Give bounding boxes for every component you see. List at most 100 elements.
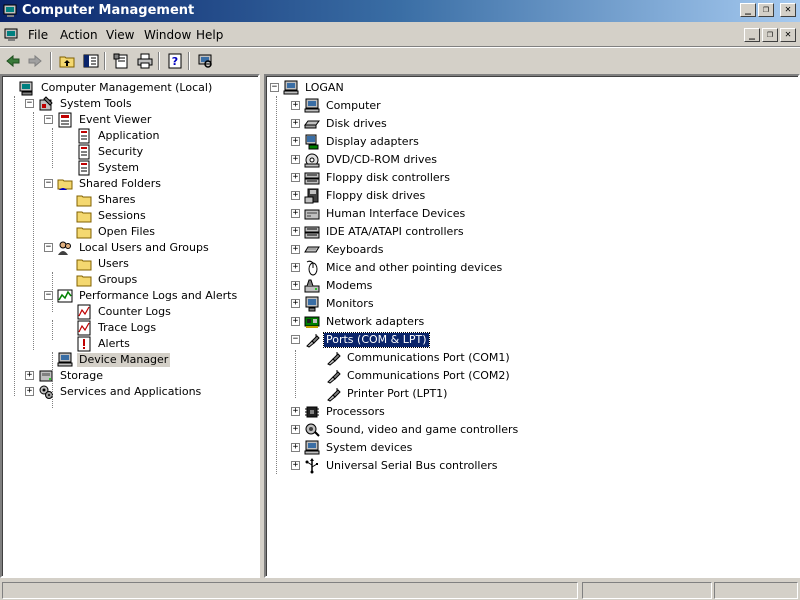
back-button[interactable] bbox=[2, 51, 24, 71]
tree-node-label[interactable]: Shared Folders bbox=[77, 177, 163, 191]
expand-icon[interactable]: + bbox=[291, 425, 300, 434]
help-button[interactable]: ? bbox=[164, 51, 186, 71]
show-hide-tree-button[interactable] bbox=[80, 51, 102, 71]
folder-icon bbox=[76, 272, 92, 288]
tree-node-label[interactable]: System bbox=[96, 161, 141, 175]
device-manager-icon bbox=[57, 352, 73, 368]
collapse-icon[interactable]: − bbox=[291, 335, 300, 344]
tree-node-label[interactable]: Floppy disk drives bbox=[324, 189, 427, 203]
maximize-button[interactable]: ❐ bbox=[758, 3, 774, 17]
close-button[interactable]: ✕ bbox=[780, 3, 796, 17]
expand-icon[interactable]: + bbox=[291, 281, 300, 290]
expand-icon[interactable]: + bbox=[291, 461, 300, 470]
menu-help[interactable]: Help bbox=[196, 28, 223, 42]
performance-icon bbox=[57, 288, 73, 304]
collapse-icon[interactable]: − bbox=[44, 243, 53, 252]
tree-node-label[interactable]: Disk drives bbox=[324, 117, 389, 131]
up-one-level-button[interactable] bbox=[56, 51, 78, 71]
expand-icon[interactable]: + bbox=[25, 387, 34, 396]
mdi-minimize-button[interactable]: _ bbox=[744, 28, 760, 42]
tree-node-label[interactable]: Storage bbox=[58, 369, 105, 383]
expand-icon[interactable]: + bbox=[291, 317, 300, 326]
collapse-icon[interactable]: − bbox=[44, 179, 53, 188]
expand-icon[interactable]: + bbox=[291, 191, 300, 200]
tree-node-label[interactable]: Device Manager bbox=[77, 353, 171, 367]
tree-node-label[interactable]: Services and Applications bbox=[58, 385, 203, 399]
properties-button[interactable] bbox=[110, 51, 132, 71]
tree-node-label[interactable]: Security bbox=[96, 145, 145, 159]
menu-window[interactable]: Window bbox=[144, 28, 191, 42]
tree-node-label[interactable]: Floppy disk controllers bbox=[324, 171, 452, 185]
tree-node-label[interactable]: System devices bbox=[324, 441, 414, 455]
tree-node-label[interactable]: Groups bbox=[96, 273, 139, 287]
tree-node-label[interactable]: Monitors bbox=[324, 297, 376, 311]
tree-node-label[interactable]: LOGAN bbox=[303, 81, 346, 95]
tree-node-label[interactable]: Alerts bbox=[96, 337, 132, 351]
tree-node-label[interactable]: Users bbox=[96, 257, 131, 271]
tree-node-label[interactable]: Universal Serial Bus controllers bbox=[324, 459, 499, 473]
tree-node-label[interactable]: Open Files bbox=[96, 225, 157, 239]
tree-node-label[interactable]: Sound, video and game controllers bbox=[324, 423, 520, 437]
expand-icon[interactable]: + bbox=[291, 101, 300, 110]
tree-node-label[interactable]: Network adapters bbox=[324, 315, 426, 329]
tree-node-label[interactable]: Shares bbox=[96, 193, 137, 207]
tree-node-label[interactable]: System Tools bbox=[58, 97, 134, 111]
device-tree-pane[interactable]: − LOGAN + Computer + Disk drives + Display adap… bbox=[264, 74, 800, 578]
collapse-icon[interactable]: − bbox=[270, 83, 279, 92]
network-adapter-icon bbox=[304, 314, 320, 330]
console-tree-pane[interactable]: Computer Management (Local) − System Tools… bbox=[0, 74, 260, 578]
tree-node-label[interactable]: Display adapters bbox=[324, 135, 421, 149]
mdi-restore-button[interactable]: ❐ bbox=[762, 28, 778, 42]
tree-node-label[interactable]: Sessions bbox=[96, 209, 148, 223]
expand-icon[interactable]: + bbox=[291, 443, 300, 452]
expand-icon[interactable]: + bbox=[291, 407, 300, 416]
collapse-icon[interactable]: − bbox=[25, 99, 34, 108]
menu-action[interactable]: Action bbox=[60, 28, 98, 42]
tree-node-label[interactable]: Keyboards bbox=[324, 243, 385, 257]
tree-node-label[interactable]: Communications Port (COM2) bbox=[345, 369, 512, 383]
collapse-icon[interactable]: − bbox=[44, 115, 53, 124]
minimize-button[interactable]: _ bbox=[740, 3, 756, 17]
forward-button[interactable] bbox=[24, 51, 46, 71]
expand-icon[interactable]: + bbox=[291, 155, 300, 164]
expand-icon[interactable]: + bbox=[291, 227, 300, 236]
help-icon: ? bbox=[168, 53, 182, 69]
log-icon bbox=[76, 304, 92, 320]
tree-node-label[interactable]: Counter Logs bbox=[96, 305, 173, 319]
tree-node-label[interactable]: Performance Logs and Alerts bbox=[77, 289, 239, 303]
expand-icon[interactable]: + bbox=[291, 137, 300, 146]
expand-icon[interactable]: + bbox=[291, 173, 300, 182]
expand-icon[interactable]: + bbox=[291, 119, 300, 128]
tree-node-label[interactable]: Human Interface Devices bbox=[324, 207, 467, 221]
folder-icon bbox=[76, 256, 92, 272]
tree-node-label[interactable]: Local Users and Groups bbox=[77, 241, 211, 255]
shared-folders-icon bbox=[57, 176, 73, 192]
mdi-close-button[interactable]: ✕ bbox=[780, 28, 796, 42]
tree-node-label[interactable]: Communications Port (COM1) bbox=[345, 351, 512, 365]
mmc-document-icon[interactable] bbox=[4, 27, 20, 43]
tree-node-label[interactable]: Processors bbox=[324, 405, 387, 419]
expand-icon[interactable]: + bbox=[291, 245, 300, 254]
tree-node-label[interactable]: DVD/CD-ROM drives bbox=[324, 153, 439, 167]
tree-node-label[interactable]: Mice and other pointing devices bbox=[324, 261, 504, 275]
tree-connector-line bbox=[52, 128, 53, 168]
tree-node-label[interactable]: Event Viewer bbox=[77, 113, 153, 127]
menu-view[interactable]: View bbox=[106, 28, 134, 42]
tree-node-label[interactable]: Application bbox=[96, 129, 161, 143]
tree-node-label[interactable]: Computer Management (Local) bbox=[39, 81, 214, 95]
expand-icon[interactable]: + bbox=[291, 299, 300, 308]
tree-node-label[interactable]: Trace Logs bbox=[96, 321, 158, 335]
tree-pane-icon bbox=[83, 54, 99, 68]
menu-file[interactable]: File bbox=[28, 28, 48, 42]
tree-node-label[interactable]: Ports (COM & LPT) bbox=[323, 332, 430, 348]
scan-hardware-button[interactable] bbox=[194, 51, 216, 71]
expand-icon[interactable]: + bbox=[291, 209, 300, 218]
title-bar[interactable]: Computer Management _ ❐ ✕ bbox=[0, 0, 800, 22]
expand-icon[interactable]: + bbox=[25, 371, 34, 380]
tree-node-label[interactable]: Modems bbox=[324, 279, 374, 293]
tree-node-label[interactable]: IDE ATA/ATAPI controllers bbox=[324, 225, 466, 239]
expand-icon[interactable]: + bbox=[291, 263, 300, 272]
print-button[interactable] bbox=[134, 51, 156, 71]
tree-node-label[interactable]: Computer bbox=[324, 99, 383, 113]
tree-node-label[interactable]: Printer Port (LPT1) bbox=[345, 387, 449, 401]
